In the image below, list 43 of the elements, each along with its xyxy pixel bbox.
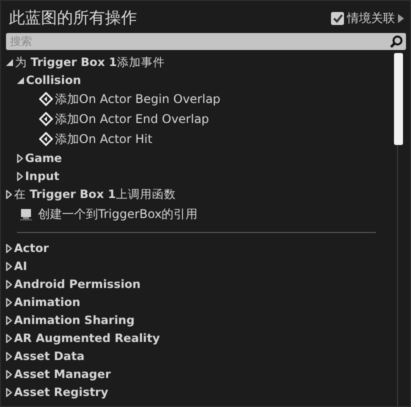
context-label: 情境关联	[347, 10, 395, 26]
category-item[interactable]: Game	[25, 151, 62, 165]
category-item[interactable]: Asset Manager	[14, 367, 111, 381]
context-checkbox[interactable]	[331, 12, 344, 24]
scrollbar-thumb[interactable]	[394, 53, 402, 145]
category-item[interactable]: AR Augmented Reality	[14, 331, 160, 345]
action-item[interactable]: 创建一个到TriggerBox的引用	[38, 206, 198, 222]
collapsed-arrow-icon[interactable]	[6, 388, 12, 396]
category-item[interactable]: Android Permission	[14, 277, 141, 291]
collapsed-arrow-icon[interactable]	[6, 334, 12, 342]
search-icon[interactable]	[390, 35, 403, 48]
diamond-icon	[39, 132, 53, 146]
collapsed-arrow-icon[interactable]	[6, 316, 12, 324]
collapsed-arrow-icon[interactable]	[6, 244, 12, 252]
category-item[interactable]: Animation	[14, 295, 80, 309]
monitor-icon	[19, 208, 33, 220]
category-item[interactable]: Collision	[26, 73, 82, 87]
category-item[interactable]: Actor	[14, 241, 49, 255]
action-item[interactable]: 添加On Actor Hit	[55, 130, 152, 148]
category-item[interactable]: Input	[25, 169, 60, 183]
collapsed-arrow-icon[interactable]	[6, 298, 12, 306]
section-heading[interactable]: 在 Trigger Box 1上调用函数	[14, 186, 176, 202]
collapsed-arrow-icon[interactable]	[6, 352, 12, 360]
search-field[interactable]: 搜索	[6, 33, 406, 50]
panel-title: 此蓝图的所有操作	[9, 8, 137, 28]
action-item[interactable]: 添加On Actor Begin Overlap	[55, 90, 220, 108]
collapsed-arrow-icon[interactable]	[6, 190, 12, 198]
category-item[interactable]: Asset Data	[14, 349, 84, 363]
collapsed-arrow-icon[interactable]	[17, 154, 23, 162]
caret-icon[interactable]	[398, 14, 404, 22]
action-item[interactable]: 添加On Actor End Overlap	[55, 110, 210, 128]
section-heading[interactable]: 为 Trigger Box 1添加事件	[15, 54, 165, 70]
collapsed-arrow-icon[interactable]	[6, 262, 12, 270]
expanded-arrow-icon[interactable]	[6, 58, 13, 66]
collapsed-arrow-icon[interactable]	[6, 370, 12, 378]
category-item[interactable]: Asset Registry	[14, 385, 108, 399]
collapsed-arrow-icon[interactable]	[17, 172, 23, 180]
collapsed-arrow-icon[interactable]	[6, 280, 12, 288]
diamond-icon	[39, 92, 53, 106]
diamond-icon	[39, 112, 53, 126]
category-item[interactable]: Animation Sharing	[14, 313, 135, 327]
expanded-arrow-icon[interactable]	[17, 76, 24, 84]
category-item[interactable]: AI	[14, 259, 28, 273]
